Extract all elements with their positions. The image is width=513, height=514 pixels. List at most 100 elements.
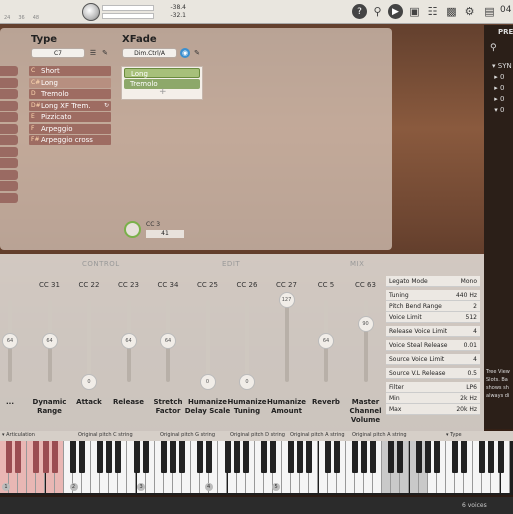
param-source-vl-release[interactable]: Source V.L Release 0.5 xyxy=(386,368,480,379)
black-key[interactable] xyxy=(397,441,404,473)
slider-thumb[interactable]: 64 xyxy=(318,332,334,349)
black-key[interactable] xyxy=(461,441,468,473)
type-item-long[interactable]: C# Long xyxy=(29,77,111,88)
add-xfade-icon[interactable]: + xyxy=(159,87,167,97)
param-source-voice-limit[interactable]: Source Voice Limit 4 xyxy=(386,354,480,365)
articulation-pill[interactable] xyxy=(0,66,18,76)
folder-icon[interactable]: ▤ xyxy=(482,4,497,19)
cc3-control[interactable]: CC 3 41 xyxy=(124,221,184,239)
black-key[interactable] xyxy=(288,441,295,473)
black-key[interactable] xyxy=(169,441,176,473)
black-key[interactable] xyxy=(133,441,140,473)
xfade-globe-icon[interactable]: ◉ xyxy=(180,48,190,58)
black-key[interactable] xyxy=(224,441,231,473)
slider-thumb[interactable]: 0 xyxy=(199,374,216,390)
param-legato-mode[interactable]: Legato Mode Mono xyxy=(386,276,480,287)
piano-keyboard[interactable]: 12345 xyxy=(0,441,513,495)
help-icon[interactable]: ? xyxy=(352,4,367,19)
xfade-edit-icon[interactable]: ✎ xyxy=(192,48,202,58)
black-key[interactable] xyxy=(160,441,167,473)
black-key[interactable] xyxy=(297,441,304,473)
black-key[interactable] xyxy=(370,441,377,473)
articulation-pill[interactable] xyxy=(0,146,18,157)
black-key[interactable] xyxy=(260,441,267,473)
black-key[interactable] xyxy=(270,441,276,473)
black-key[interactable] xyxy=(33,441,40,473)
black-key[interactable] xyxy=(78,441,85,473)
black-key[interactable] xyxy=(42,441,49,473)
gear-icon[interactable]: ⚙ xyxy=(462,4,477,19)
articulation-pill[interactable] xyxy=(0,192,18,203)
tree-item[interactable]: ▸ 0 xyxy=(492,94,512,105)
tree-item[interactable]: ▸ 0 xyxy=(492,72,512,83)
articulation-pill[interactable] xyxy=(0,77,18,88)
stop-icon[interactable]: ▣ xyxy=(407,4,422,19)
param-pitch-bend-range[interactable]: Pitch Bend Range 2 xyxy=(386,301,480,312)
black-key[interactable] xyxy=(415,441,422,473)
type-stack-icon[interactable]: ☰ xyxy=(88,48,98,58)
type-item-tremolo[interactable]: D Tremolo xyxy=(29,89,111,99)
black-key[interactable] xyxy=(433,441,440,473)
play-icon[interactable]: ▶ xyxy=(388,4,403,19)
type-item-arpeggio[interactable]: F Arpeggio xyxy=(29,123,111,134)
black-key[interactable] xyxy=(179,441,185,473)
articulation-pill[interactable] xyxy=(0,135,18,145)
black-key[interactable] xyxy=(497,441,504,473)
type-dropdown[interactable]: ▾ Type xyxy=(446,432,462,438)
xfade-item-long[interactable]: Long xyxy=(124,68,200,78)
type-item-short[interactable]: C Short xyxy=(29,66,111,76)
articulation-pill[interactable] xyxy=(0,112,18,122)
keyboard-icon[interactable]: ☷ xyxy=(425,4,440,19)
articulation-pill[interactable] xyxy=(0,181,18,191)
slider-thumb[interactable]: 90 xyxy=(357,315,374,332)
black-key[interactable] xyxy=(351,441,358,473)
param-filter-min[interactable]: Min 2k Hz xyxy=(386,393,480,404)
search-icon[interactable]: ⚲ xyxy=(490,43,497,53)
cc3-value[interactable]: 41 xyxy=(146,230,184,238)
type-item-arpeggio-cross[interactable]: F# Arpeggio cross xyxy=(29,135,111,145)
articulation-pill[interactable] xyxy=(0,158,18,168)
articulation-pill[interactable] xyxy=(0,89,18,99)
param-filter-max[interactable]: Max 20k Hz xyxy=(386,404,480,415)
param-voice-limit[interactable]: Voice Limit 512 xyxy=(386,312,480,323)
slider-track[interactable] xyxy=(205,300,210,382)
chip-icon[interactable]: ▩ xyxy=(444,4,459,19)
param-filter[interactable]: Filter LP6 xyxy=(386,382,480,393)
black-key[interactable] xyxy=(142,441,149,473)
param-tuning[interactable]: Tuning 440 Hz xyxy=(386,290,480,301)
black-key[interactable] xyxy=(306,441,313,473)
slider-thumb[interactable]: 64 xyxy=(160,332,176,349)
black-key[interactable] xyxy=(324,441,331,473)
location-icon[interactable]: ⚲ xyxy=(370,4,385,19)
black-key[interactable] xyxy=(242,441,249,473)
type-item-pizzicato[interactable]: E Pizzicato xyxy=(29,112,111,122)
black-key[interactable] xyxy=(51,441,58,473)
cc3-knob[interactable] xyxy=(124,221,141,238)
slider-cc63[interactable]: CC 63 90 Master Channel Volume xyxy=(346,268,386,430)
black-key[interactable] xyxy=(97,441,104,473)
type-selector[interactable]: C7 xyxy=(31,48,85,58)
type-item-long-xf-trem[interactable]: D# Long XF Trem. ↻ xyxy=(29,100,111,111)
tree-item[interactable]: ▾ SYN xyxy=(492,61,512,72)
type-edit-icon[interactable]: ✎ xyxy=(100,48,110,58)
black-key[interactable] xyxy=(488,441,495,473)
slider-thumb[interactable]: 127 xyxy=(278,292,295,308)
black-key[interactable] xyxy=(452,441,458,473)
black-key[interactable] xyxy=(6,441,13,473)
black-key[interactable] xyxy=(479,441,486,473)
articulation-dropdown[interactable]: ▾ Articulation xyxy=(2,432,35,438)
slider-thumb[interactable]: 0 xyxy=(81,374,97,390)
articulation-pill[interactable] xyxy=(0,100,18,111)
slider-thumb[interactable]: 64 xyxy=(2,332,18,349)
black-key[interactable] xyxy=(388,441,395,473)
slider-track[interactable] xyxy=(245,300,249,382)
black-key[interactable] xyxy=(333,441,340,473)
black-key[interactable] xyxy=(115,441,122,473)
tree-item[interactable]: ▾ 0 xyxy=(492,105,512,116)
black-key[interactable] xyxy=(69,441,76,473)
black-key[interactable] xyxy=(206,441,213,473)
slider-thumb[interactable]: 64 xyxy=(120,332,137,349)
tree-item[interactable]: ▸ 0 xyxy=(492,83,512,94)
slider-thumb[interactable]: 0 xyxy=(239,374,255,390)
black-key[interactable] xyxy=(424,441,431,473)
